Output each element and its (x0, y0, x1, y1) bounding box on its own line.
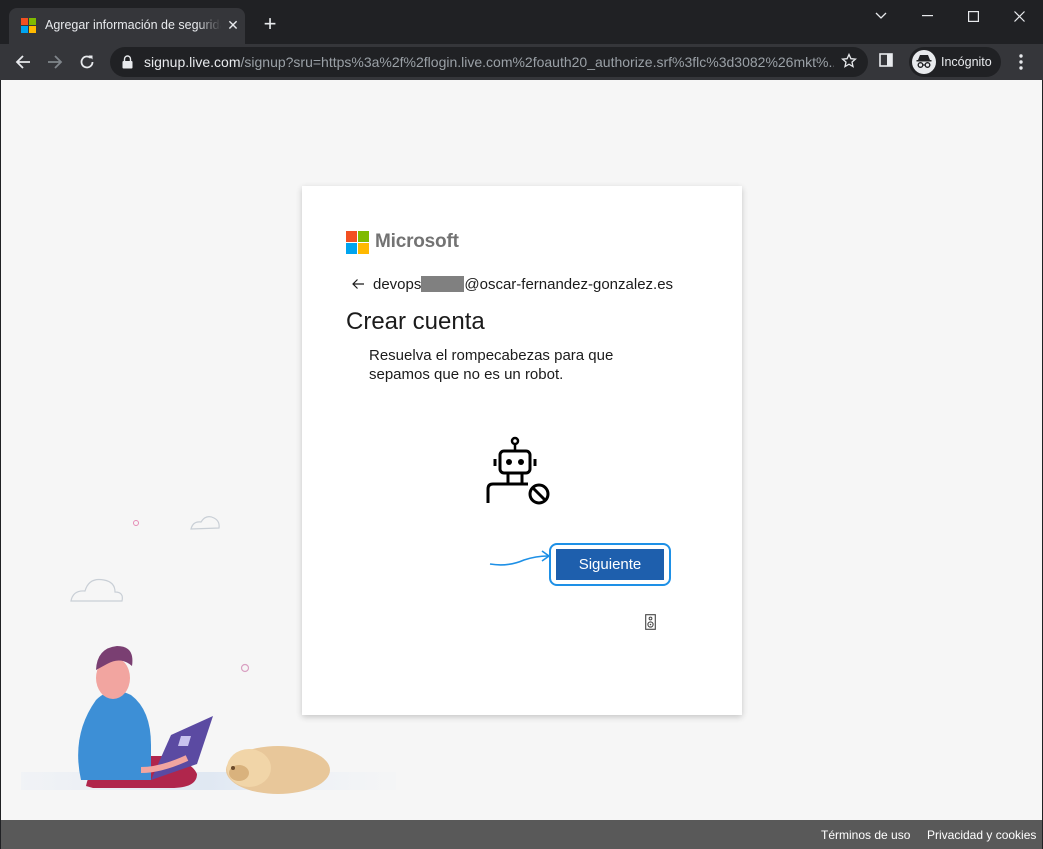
browser-window: Agregar información de seguridad ✕ + sig (0, 0, 1043, 849)
tab-search-button[interactable] (858, 0, 904, 32)
active-tab[interactable]: Agregar información de seguridad ✕ (9, 8, 245, 44)
address-bar[interactable]: signup.live.com/signup?sru=https%3a%2f%2… (110, 47, 868, 77)
microsoft-logo-icon (346, 230, 369, 254)
tab-close-icon[interactable]: ✕ (225, 17, 241, 33)
new-tab-button[interactable]: + (258, 13, 282, 37)
reload-button[interactable] (73, 48, 101, 76)
page-title: Crear cuenta (346, 308, 485, 335)
maximize-button[interactable] (950, 0, 996, 32)
robot-blocked-icon (486, 436, 550, 505)
tab-strip: Agregar información de seguridad ✕ + (0, 0, 1043, 44)
menu-kebab-icon[interactable] (1014, 52, 1028, 72)
identity-suffix: @oscar-fernandez-gonzalez.es (464, 275, 674, 293)
browser-toolbar: signup.live.com/signup?sru=https%3a%2f%2… (0, 44, 1043, 80)
challenge-description: Resuelva el rompecabezas para que sepamo… (369, 347, 614, 383)
url-path: /signup?sru=https%3a%2f%2flogin.live.com… (240, 54, 835, 70)
identity-banner[interactable]: devops @oscar-fernandez-gonzalez.es (351, 274, 673, 294)
privacy-link[interactable]: Privacidad y cookies (927, 828, 1036, 842)
redacted-block (421, 276, 465, 292)
tab-title: Agregar información de seguridad (45, 18, 221, 32)
star-icon[interactable] (841, 53, 857, 69)
reload-icon (80, 55, 94, 69)
microsoft-logo: Microsoft (346, 230, 459, 254)
forward-button[interactable] (41, 48, 69, 76)
signup-card: Microsoft devops @oscar-fernandez-gonzale… (302, 186, 742, 715)
microsoft-favicon-icon (21, 18, 37, 34)
close-window-button[interactable] (996, 0, 1042, 32)
terms-link[interactable]: Términos de uso (821, 828, 910, 842)
brand-name: Microsoft (375, 231, 459, 252)
page-viewport: Microsoft devops @oscar-fernandez-gonzale… (1, 80, 1042, 849)
incognito-label: Incógnito (941, 55, 992, 69)
side-panel-icon[interactable] (879, 53, 893, 67)
next-button[interactable]: Siguiente (556, 549, 664, 580)
lock-icon (122, 55, 133, 69)
minimize-button[interactable] (904, 0, 950, 32)
url-text: signup.live.com/signup?sru=https%3a%2f%2… (144, 54, 834, 70)
back-arrow-icon (15, 55, 30, 69)
page-footer: Términos de uso Privacidad y cookies (1, 820, 1042, 849)
audio-icon[interactable] (645, 614, 656, 630)
identity-prefix: devops (373, 275, 422, 293)
back-arrow-icon[interactable] (351, 277, 365, 291)
back-button[interactable] (9, 48, 37, 76)
incognito-icon (912, 50, 936, 74)
url-host: signup.live.com (144, 54, 241, 70)
pointer-arrow-icon (489, 550, 551, 566)
forward-arrow-icon (48, 55, 63, 69)
incognito-indicator[interactable]: Incógnito (909, 47, 1001, 77)
